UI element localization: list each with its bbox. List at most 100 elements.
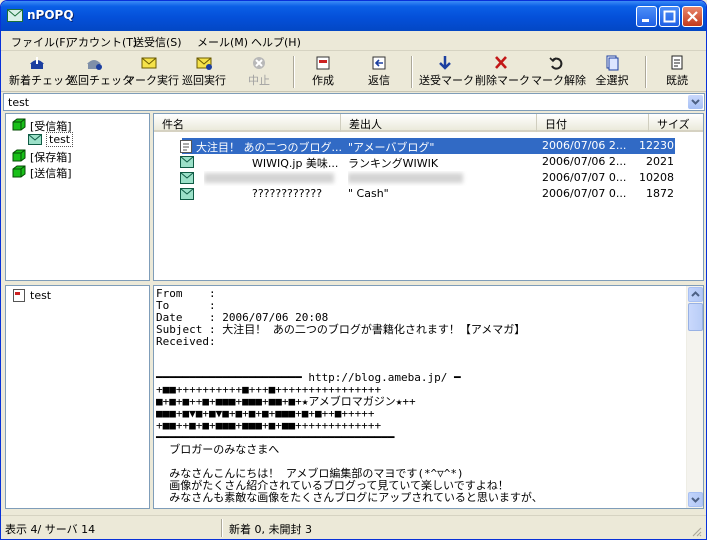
- message-size: 2021: [646, 155, 674, 168]
- compose-icon: [316, 56, 330, 70]
- attachment-tree: test: [5, 285, 150, 509]
- undo-icon: [549, 57, 563, 70]
- message-date: 2006/07/07 0...: [542, 187, 627, 200]
- resize-grip-icon[interactable]: [690, 525, 702, 537]
- message-row[interactable]: WIWIQ.jp 美味... ランキングWIWIK 2006/07/06 2..…: [154, 154, 703, 170]
- minimize-button[interactable]: [636, 6, 657, 27]
- chevron-down-icon: [691, 99, 700, 105]
- stop-button[interactable]: 中止: [241, 54, 277, 90]
- status-new: 新着 0, 未開封 3: [229, 523, 312, 536]
- unmark-button[interactable]: マーク解除: [531, 54, 586, 90]
- maximize-button[interactable]: [659, 6, 680, 27]
- close-icon: [687, 11, 698, 22]
- message-size: 1872: [646, 187, 674, 200]
- stop-icon: [253, 57, 265, 69]
- mark-exec-icon: [141, 57, 157, 69]
- menu-send-receive[interactable]: 送受信(S): [133, 34, 182, 50]
- message-size: 12230: [639, 139, 674, 152]
- message-body: From : To : Date : 2006/07/06 20:08 Subject…: [156, 288, 686, 504]
- message-from: "アメーバブログ": [348, 141, 435, 154]
- mail-icon: [28, 134, 42, 145]
- new-check-icon: [30, 57, 44, 69]
- unread-mail-icon: [180, 156, 194, 168]
- folder-tree: [受信箱] test [保存箱] [送信箱]: [5, 113, 150, 281]
- message-from-redacted: [348, 171, 468, 186]
- column-header-from[interactable]: 差出人: [341, 114, 537, 132]
- select-all-icon: [606, 55, 619, 71]
- message-line: Subject : 大注目！ あの二つのブログが書籍化されます！【アメマガ】: [156, 323, 526, 336]
- arrow-down-icon: [439, 56, 451, 70]
- message-line: ブロガーのみなさまへ: [156, 443, 280, 456]
- reply-icon: [372, 56, 386, 70]
- message-line: みなさんも素敵な画像をたくさんブログにアップされていると思いますが、: [156, 491, 543, 504]
- message-subject: 大注目！ あの二つのブログ...: [196, 141, 341, 154]
- unread-mail-icon: [180, 172, 194, 184]
- message-from: ランキングWIWIK: [348, 157, 439, 170]
- round-check-button[interactable]: 巡回チェック: [67, 54, 133, 90]
- toolbar: 新着チェック 巡回チェック マーク実行 巡回実行 中止 作成 返信 送受マーク …: [1, 52, 706, 92]
- message-subject: WIWIQ.jp 美味...: [252, 157, 339, 170]
- account-select-value: test: [8, 96, 30, 109]
- message-line: From :: [156, 287, 216, 300]
- menu-mail[interactable]: メール(M): [197, 34, 248, 50]
- status-bar: 表示 4/ サーバ 14 新着 0, 未開封 3: [1, 515, 706, 539]
- menu-account[interactable]: アカウント(T): [67, 34, 137, 50]
- maximize-icon: [663, 10, 676, 23]
- message-line: Received:: [156, 335, 216, 348]
- message-date: 2006/07/06 2...: [542, 155, 627, 168]
- message-row[interactable]: 大注目！ あの二つのブログ... "アメーバブログ" 2006/07/06 2.…: [154, 138, 703, 154]
- unread-mail-icon: [180, 188, 194, 200]
- list-header: 件名 差出人 日付 サイズ: [154, 114, 703, 132]
- close-button[interactable]: [682, 6, 703, 27]
- scroll-down-button[interactable]: [688, 492, 703, 507]
- message-list: 件名 差出人 日付 サイズ 大注目！ あの二つのブログ... "アメーバブログ"…: [153, 113, 704, 281]
- round-exec-icon: [196, 57, 212, 70]
- toolbar-separator: [645, 56, 647, 88]
- read-icon: [671, 55, 683, 70]
- message-row[interactable]: ???????????? " Cash" 2006/07/07 0... 187…: [154, 186, 703, 202]
- mail-icon: [7, 9, 23, 22]
- dropdown-button[interactable]: [688, 95, 703, 109]
- delete-icon: [495, 56, 507, 69]
- message-subject: ????????????: [252, 187, 323, 200]
- status-divider: [221, 519, 223, 537]
- message-row[interactable]: 2006/07/07 0... 10208: [154, 170, 703, 186]
- chevron-down-icon: [691, 497, 700, 503]
- mailbox-icon: [12, 149, 26, 162]
- opened-mail-icon: [180, 140, 192, 153]
- scroll-up-button[interactable]: [688, 287, 703, 302]
- compose-button[interactable]: 作成: [305, 54, 341, 90]
- message-date: 2006/07/06 2...: [542, 139, 627, 152]
- round-exec-button[interactable]: 巡回実行: [179, 54, 229, 90]
- menu-help[interactable]: ヘルプ(H): [251, 34, 301, 50]
- message-line: [156, 348, 686, 360]
- delete-mark-button[interactable]: 削除マーク: [475, 54, 530, 90]
- vertical-scrollbar[interactable]: [686, 286, 703, 508]
- column-header-date[interactable]: 日付: [537, 114, 649, 132]
- message-viewer[interactable]: From : To : Date : 2006/07/06 20:08 Subject…: [153, 285, 704, 509]
- mark-exec-button[interactable]: マーク実行: [124, 54, 179, 90]
- scroll-thumb[interactable]: [688, 303, 703, 331]
- mailbox-icon: [12, 118, 26, 131]
- column-header-subject[interactable]: 件名: [154, 114, 341, 132]
- mark-read-button[interactable]: 既読: [659, 54, 695, 90]
- toolbar-separator: [411, 56, 413, 88]
- message-size: 10208: [639, 171, 674, 184]
- account-select[interactable]: test: [3, 93, 705, 111]
- menu-file[interactable]: ファイル(F): [11, 34, 70, 50]
- toolbar-separator: [293, 56, 295, 88]
- message-date: 2006/07/07 0...: [542, 171, 627, 184]
- round-check-icon: [87, 60, 102, 70]
- column-header-size[interactable]: サイズ: [649, 114, 703, 132]
- menu-bar: ファイル(F) アカウント(T) 送受信(S) メール(M) ヘルプ(H): [1, 31, 706, 51]
- send-mark-button[interactable]: 送受マーク: [419, 54, 474, 90]
- minimize-icon: [642, 19, 649, 22]
- message-from: " Cash": [348, 187, 389, 200]
- new-check-button[interactable]: 新着チェック: [9, 54, 75, 90]
- chevron-up-icon: [691, 291, 700, 297]
- title-bar[interactable]: nPOPQ: [1, 1, 706, 31]
- reply-button[interactable]: 返信: [361, 54, 397, 90]
- select-all-button[interactable]: 全選択: [591, 54, 633, 90]
- document-icon: [13, 289, 25, 302]
- window-title: nPOPQ: [27, 8, 74, 22]
